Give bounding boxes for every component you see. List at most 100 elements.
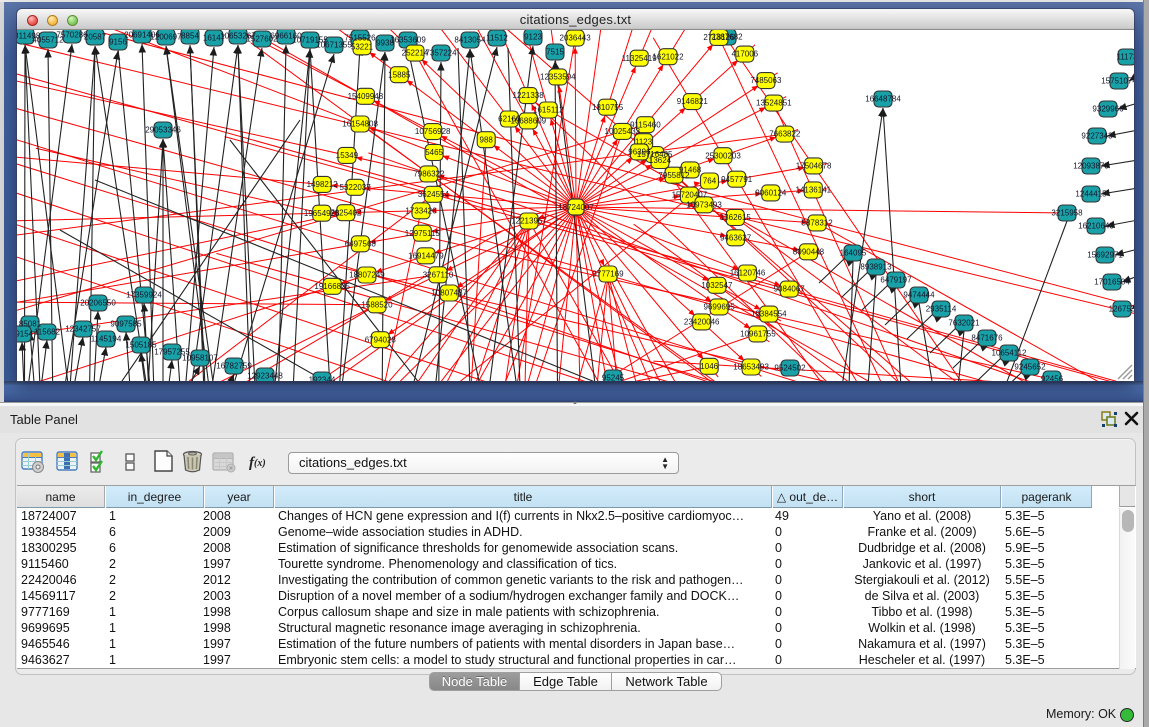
- svg-text:9777169: 9777169: [592, 270, 624, 279]
- svg-text:1621022: 1621022: [652, 52, 684, 61]
- svg-text:9227343: 9227343: [1081, 132, 1113, 141]
- svg-text:12093873: 12093873: [1073, 162, 1109, 171]
- svg-text:764: 764: [703, 177, 717, 186]
- svg-text:1221338: 1221338: [513, 91, 545, 100]
- svg-text:7663822: 7663822: [769, 130, 801, 139]
- svg-text:9245652: 9245652: [1014, 363, 1046, 372]
- svg-text:8938913: 8938913: [860, 263, 892, 272]
- svg-text:9463627: 9463627: [720, 233, 752, 242]
- svg-text:192344: 192344: [309, 376, 336, 381]
- svg-text:10807487: 10807487: [431, 289, 467, 298]
- svg-text:12975115: 12975115: [405, 229, 441, 238]
- svg-text:1362615: 1362615: [720, 213, 752, 222]
- svg-text:10654112: 10654112: [992, 349, 1028, 358]
- svg-text:16154808: 16154808: [342, 120, 378, 129]
- svg-text:91468: 91468: [679, 166, 702, 175]
- svg-text:1145194: 1145194: [91, 335, 122, 344]
- svg-text:7357224: 7357224: [425, 49, 457, 58]
- svg-text:12353594: 12353594: [540, 73, 576, 82]
- svg-text:2935114: 2935114: [926, 305, 957, 314]
- svg-text:9699695: 9699695: [704, 303, 736, 312]
- svg-text:1505185: 1505185: [125, 341, 157, 350]
- svg-text:8854: 8854: [181, 32, 199, 41]
- svg-text:164095: 164095: [840, 249, 867, 258]
- svg-text:10688609: 10688609: [511, 117, 547, 126]
- svg-text:1615112: 1615112: [533, 106, 564, 115]
- svg-text:19166825: 19166825: [314, 282, 350, 291]
- svg-text:15692971: 15692971: [1087, 251, 1123, 260]
- svg-text:95245: 95245: [602, 374, 625, 381]
- svg-text:(x): (x): [254, 458, 266, 469]
- svg-text:17504678: 17504678: [796, 162, 832, 171]
- svg-text:1032547: 1032547: [701, 281, 733, 290]
- svg-text:29053346: 29053346: [145, 126, 181, 135]
- svg-text:10973493: 10973493: [686, 200, 722, 209]
- svg-text:9457791: 9457791: [721, 175, 753, 184]
- svg-text:9060124: 9060124: [755, 189, 787, 198]
- svg-text:1733426: 1733426: [405, 206, 437, 215]
- svg-text:115682: 115682: [34, 328, 61, 337]
- svg-text:53221: 53221: [351, 42, 374, 51]
- svg-text:126753: 126753: [1109, 305, 1134, 314]
- svg-text:7515: 7515: [546, 48, 564, 57]
- svg-text:6479197: 6479197: [880, 276, 912, 285]
- svg-text:7485063: 7485063: [750, 76, 782, 85]
- svg-text:8471676: 8471676: [971, 334, 1003, 343]
- svg-text:15409948: 15409948: [348, 92, 384, 101]
- svg-text:9084067: 9084067: [774, 285, 806, 294]
- svg-text:9097585: 9097585: [110, 320, 142, 329]
- svg-text:1498212: 1498212: [307, 180, 339, 189]
- svg-text:1810755: 1810755: [592, 103, 624, 112]
- svg-text:6794028: 6794028: [365, 335, 397, 344]
- svg-text:19654923: 19654923: [304, 209, 340, 218]
- svg-text:15349: 15349: [336, 151, 359, 160]
- svg-text:96396: 96396: [628, 148, 651, 157]
- svg-text:988: 988: [480, 135, 494, 144]
- svg-text:7515526: 7515526: [344, 34, 376, 43]
- svg-text:16914479: 16914479: [408, 251, 444, 260]
- svg-text:1244415: 1244415: [1075, 190, 1107, 199]
- svg-text:10958107: 10958107: [182, 354, 218, 363]
- svg-text:25300203: 25300203: [705, 151, 741, 160]
- svg-text:16353609: 16353609: [390, 36, 426, 45]
- svg-text:13624: 13624: [649, 156, 672, 165]
- svg-text:16782759: 16782759: [216, 362, 252, 371]
- svg-text:14136141: 14136141: [796, 186, 832, 195]
- svg-text:5878312: 5878312: [802, 219, 834, 228]
- svg-text:17359924: 17359924: [126, 291, 162, 300]
- svg-text:16120746: 16120746: [730, 269, 766, 278]
- svg-text:9474444: 9474444: [903, 291, 935, 300]
- svg-text:20206550: 20206550: [80, 299, 116, 308]
- svg-text:417006: 417006: [731, 50, 758, 59]
- svg-text:7632021: 7632021: [948, 319, 980, 328]
- svg-text:9115460: 9115460: [630, 120, 661, 129]
- svg-text:9123: 9123: [524, 33, 542, 42]
- svg-text:10961755: 10961755: [740, 330, 776, 339]
- svg-text:3624554: 3624554: [418, 190, 450, 199]
- svg-text:12342757: 12342757: [65, 325, 101, 334]
- svg-text:8413054: 8413054: [454, 36, 486, 45]
- svg-text:12923448: 12923448: [247, 372, 283, 381]
- svg-text:16648784: 16648784: [865, 95, 901, 104]
- svg-text:11173: 11173: [1116, 53, 1134, 62]
- svg-text:20587: 20587: [84, 33, 107, 42]
- svg-text:3215958: 3215958: [1051, 209, 1083, 218]
- svg-text:1046: 1046: [700, 362, 718, 371]
- svg-text:39154: 39154: [17, 330, 34, 339]
- svg-text:9146821: 9146821: [677, 97, 709, 106]
- svg-text:1123: 1123: [635, 137, 653, 146]
- svg-text:2036443: 2036443: [560, 34, 592, 43]
- svg-text:16210643: 16210643: [1078, 222, 1114, 231]
- svg-text:19384554: 19384554: [751, 310, 787, 319]
- svg-text:5465: 5465: [425, 148, 443, 157]
- svg-text:18724007: 18724007: [558, 203, 594, 212]
- svg-text:15885: 15885: [388, 70, 411, 79]
- svg-text:18807249: 18807249: [349, 271, 385, 280]
- svg-text:1588520: 1588520: [361, 300, 393, 309]
- svg-text:2718126: 2718126: [703, 33, 735, 42]
- svg-text:11512: 11512: [486, 34, 508, 43]
- svg-text:13524851: 13524851: [756, 99, 792, 108]
- svg-text:92456: 92456: [1041, 375, 1064, 381]
- svg-text:7986322: 7986322: [413, 170, 445, 179]
- svg-text:252214: 252214: [402, 49, 429, 58]
